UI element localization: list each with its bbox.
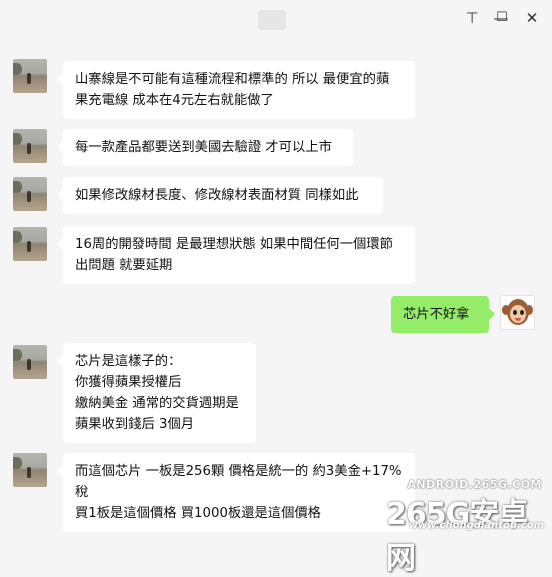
chat-title-redacted (258, 10, 286, 30)
contact-avatar[interactable] (13, 453, 47, 487)
title-bar: ⊤ — ☐ ✕ (0, 0, 552, 40)
message-bubble[interactable]: 而這個芯片 一板是256顆 價格是統一的 約3美金+17% 稅 買1板是這個價格… (57, 453, 415, 532)
own-message-bubble[interactable]: 芯片不好拿 (391, 296, 495, 333)
chat-area[interactable]: 山寨線是不可能有這種流程和標準的 所以 最便宜的蘋 果充電線 成本在4元左右就能… (0, 40, 552, 538)
pin-icon[interactable]: ⊤ (462, 8, 482, 28)
contact-avatar[interactable] (13, 129, 47, 163)
own-avatar[interactable] (500, 295, 535, 330)
contact-avatar[interactable] (13, 177, 47, 211)
message-bubble[interactable]: 芯片是這樣子的： 你獲得蘋果授權后 繳納美金 通常的交貨週期是 蘋果收到錢后 3… (57, 343, 256, 443)
maximize-button[interactable]: ☐ (492, 8, 512, 28)
message-bubble[interactable]: 如果修改線材長度、修改線材表面材質 同樣如此 (57, 177, 383, 214)
close-button[interactable]: ✕ (522, 8, 542, 28)
contact-avatar[interactable] (13, 345, 47, 379)
contact-avatar[interactable] (13, 227, 47, 261)
message-bubble[interactable]: 16周的開發時間 是最理想狀態 如果中間任何一個環節 出問題 就要延期 (57, 226, 415, 284)
contact-avatar[interactable] (13, 59, 47, 93)
message-bubble[interactable]: 山寨線是不可能有這種流程和標準的 所以 最便宜的蘋 果充電線 成本在4元左右就能… (57, 61, 415, 119)
message-bubble[interactable]: 每一款產品都要送到美國去驗證 才可以上市 (57, 129, 353, 166)
